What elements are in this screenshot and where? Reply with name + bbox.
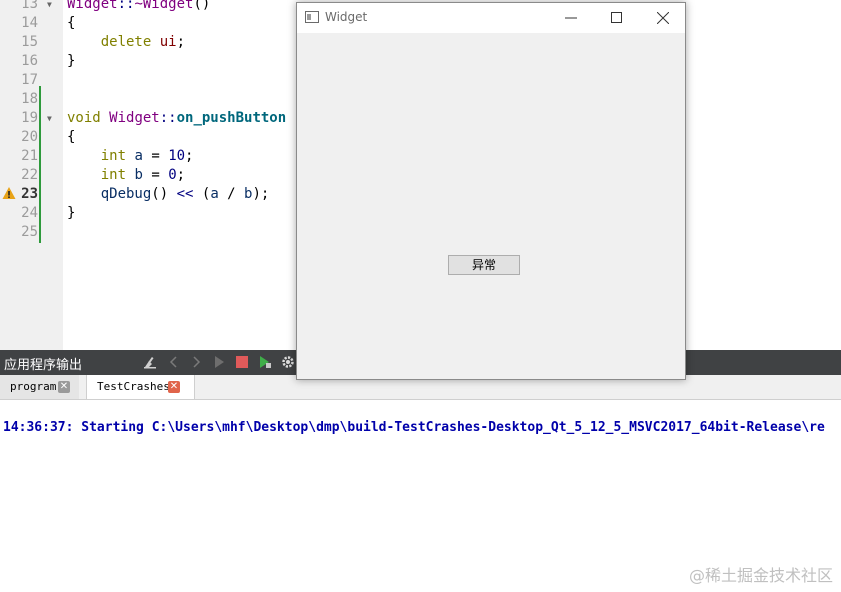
maximize-icon: [611, 12, 622, 23]
window-title: Widget: [325, 10, 368, 24]
code-text: Widget::~Widget(): [67, 0, 211, 12]
line-number: 21: [21, 148, 38, 164]
stop-icon[interactable]: [235, 355, 249, 369]
fold-arrow-icon[interactable]: ▼: [47, 0, 52, 14]
attach-debugger-icon[interactable]: [258, 355, 272, 369]
code-text: {: [67, 15, 76, 31]
clear-output-icon[interactable]: [143, 355, 157, 369]
code-text: {: [67, 129, 76, 145]
tab-label: program: [10, 380, 57, 393]
next-item-icon[interactable]: [189, 355, 203, 369]
minimize-button[interactable]: [548, 3, 594, 33]
code-text: void Widget::on_pushButton: [67, 110, 287, 126]
previous-item-icon[interactable]: [167, 355, 181, 369]
code-text: delete ui;: [67, 34, 186, 50]
tab-program[interactable]: program ✕: [0, 375, 79, 399]
window-titlebar[interactable]: Widget: [297, 3, 685, 33]
line-number: 22: [21, 167, 38, 183]
line-number: 16: [21, 53, 38, 69]
tab-label: TestCrashes: [97, 380, 170, 393]
line-number: 15: [21, 34, 38, 50]
close-tab-icon[interactable]: ✕: [58, 381, 70, 393]
watermark: @稀土掘金技术社区: [688, 566, 833, 585]
line-number: 18: [21, 91, 38, 107]
maximize-button[interactable]: [594, 3, 640, 33]
line-number: 25: [21, 224, 38, 240]
line-number: 20: [21, 129, 38, 145]
close-button[interactable]: [640, 3, 686, 33]
app-window-icon: [305, 11, 319, 23]
fold-arrow-icon[interactable]: ▼: [47, 109, 52, 128]
close-icon: [657, 12, 669, 24]
line-number: 19: [21, 110, 38, 126]
code-text: int b = 0;: [67, 167, 186, 183]
line-number: 23: [21, 186, 38, 202]
code-text: qDebug() << (a / b);: [67, 186, 270, 202]
code-text: }: [67, 53, 76, 69]
line-number: 14: [21, 15, 38, 31]
tab-testcrashes[interactable]: TestCrashes ✕: [86, 375, 195, 399]
settings-gear-icon[interactable]: [281, 355, 295, 369]
code-text: }: [67, 205, 76, 221]
widget-window[interactable]: Widget 异常: [296, 2, 686, 380]
line-number: 17: [21, 72, 38, 88]
output-panel-title: 应用程序输出: [4, 358, 83, 373]
code-text: int a = 10;: [67, 148, 194, 164]
close-tab-icon[interactable]: ✕: [168, 381, 180, 393]
line-number: 13: [21, 0, 38, 12]
log-line: 14:36:37: Starting C:\Users\mhf\Desktop\…: [3, 420, 825, 435]
exception-push-button[interactable]: 异常: [448, 255, 520, 275]
line-number: 24: [21, 205, 38, 221]
run-icon[interactable]: [212, 355, 226, 369]
minimize-icon: [565, 17, 577, 19]
